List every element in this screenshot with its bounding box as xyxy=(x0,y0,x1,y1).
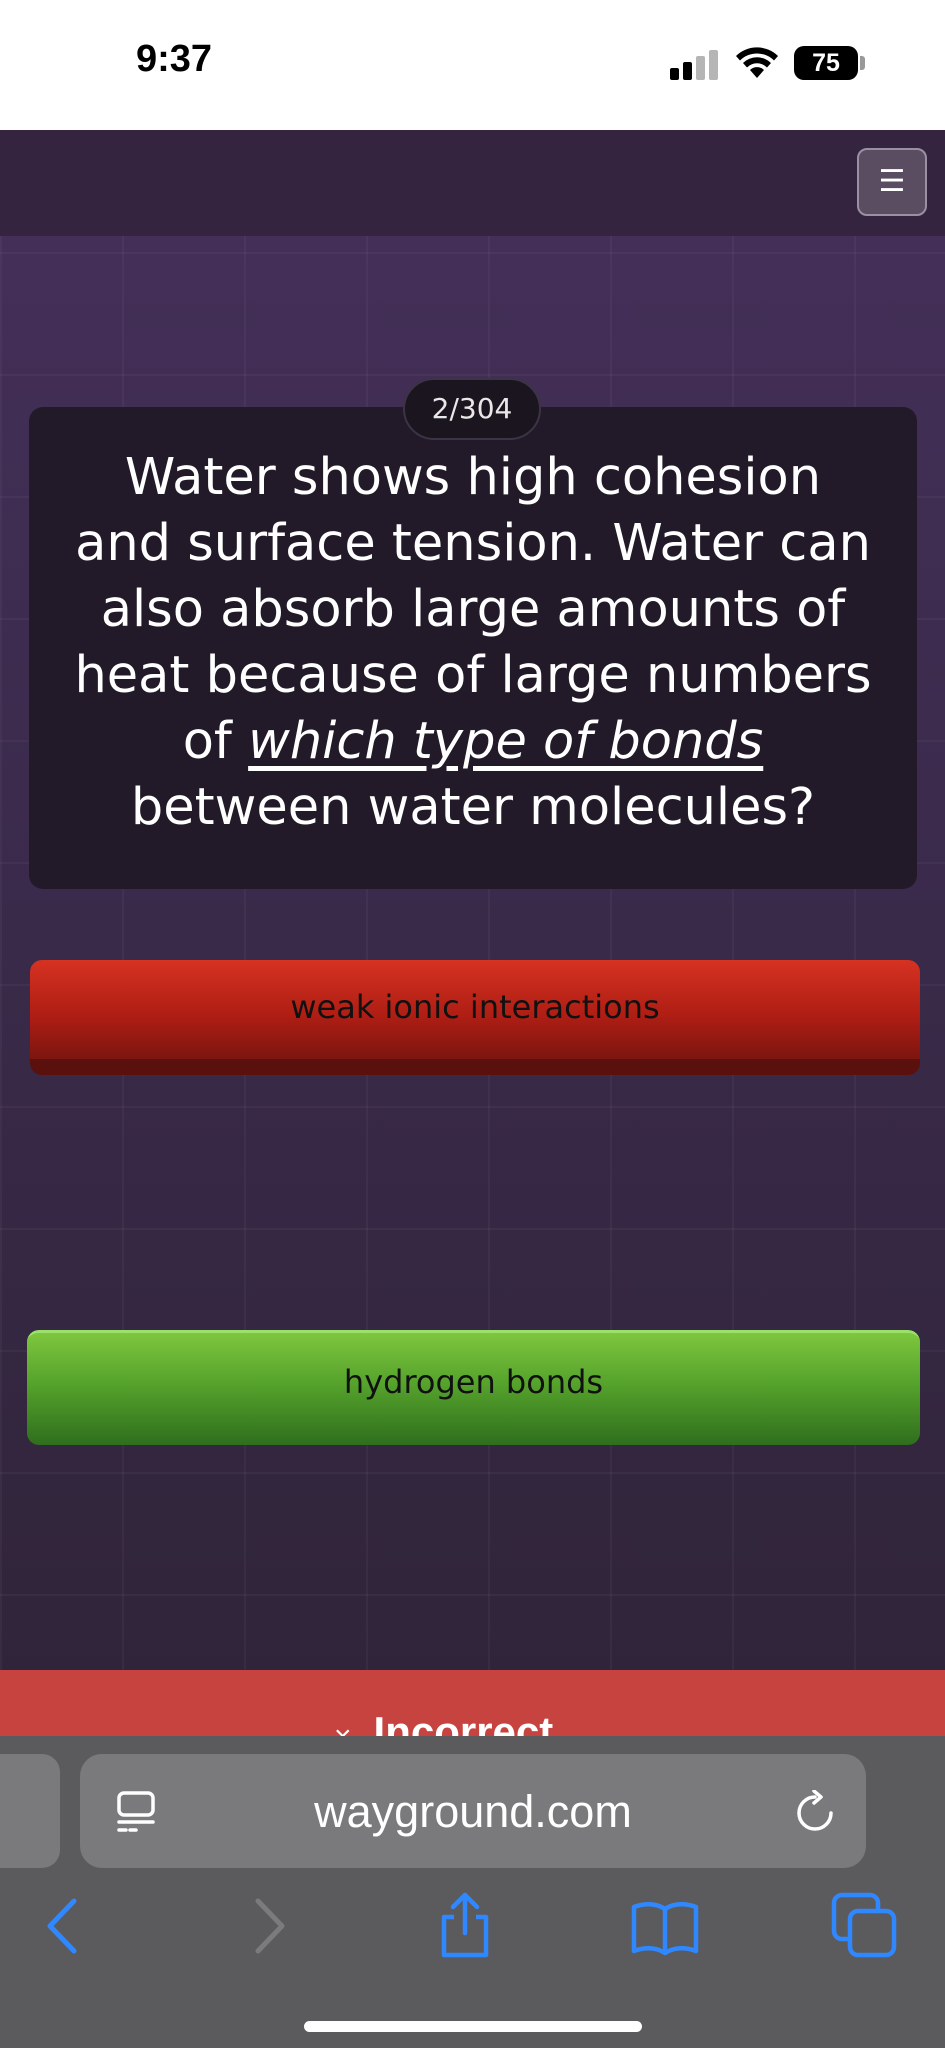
question-text: Water shows high cohesion and surface te… xyxy=(69,445,877,841)
hamburger-menu-icon[interactable]: ☰ xyxy=(857,148,927,216)
bookmarks-icon[interactable] xyxy=(630,1891,700,1961)
reload-icon[interactable] xyxy=(792,1790,838,1836)
close-icon: × xyxy=(334,1720,352,1736)
url-text: wayground.com xyxy=(314,1786,632,1837)
status-bar: 9:37 75 xyxy=(0,0,945,130)
tabs-icon[interactable] xyxy=(830,1891,900,1961)
status-time: 9:37 xyxy=(136,38,213,80)
home-indicator xyxy=(304,2021,642,2032)
question-text-part2: between water molecules? xyxy=(130,778,816,837)
question-card: Water shows high cohesion and surface te… xyxy=(29,407,917,889)
app-topbar: ☰ xyxy=(0,130,945,236)
result-label: × Incorrect xyxy=(334,1708,553,1736)
address-bar[interactable]: wayground.com xyxy=(80,1754,866,1868)
share-icon[interactable] xyxy=(430,1891,500,1961)
browser-chrome: wayground.com xyxy=(0,1736,945,2048)
battery-icon: 75 xyxy=(794,46,858,80)
wifi-icon xyxy=(736,47,778,78)
back-icon[interactable] xyxy=(28,1891,98,1961)
result-text: Incorrect xyxy=(373,1708,554,1736)
previous-tab[interactable] xyxy=(0,1754,60,1868)
battery-tip xyxy=(860,56,865,70)
result-banner: × Incorrect xyxy=(0,1670,945,1736)
answer-option-incorrect[interactable]: weak ionic interactions xyxy=(30,960,920,1075)
signal-icon xyxy=(670,50,720,80)
quiz-app: ☰ 2/304 Water shows high cohesion and su… xyxy=(0,130,945,1736)
answer-option-correct[interactable]: hydrogen bonds xyxy=(27,1330,920,1445)
question-counter: 2/304 xyxy=(403,378,541,440)
question-emphasis: which type of bonds xyxy=(248,712,764,771)
forward-icon[interactable] xyxy=(234,1891,304,1961)
